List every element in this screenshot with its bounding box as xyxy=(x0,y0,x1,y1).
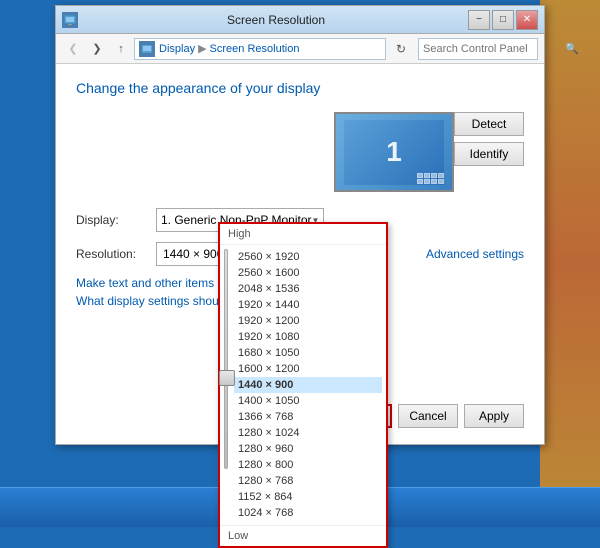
grid-cell xyxy=(424,179,430,184)
address-bar: Display ▶ Screen Resolution xyxy=(134,38,386,60)
resolution-item[interactable]: 1280 × 768 xyxy=(234,473,382,489)
resolution-popup: High 2560 × 19202560 × 16002048 × 153619… xyxy=(218,222,388,548)
identify-button[interactable]: Identify xyxy=(454,142,524,166)
resolution-item[interactable]: 1280 × 1024 xyxy=(234,425,382,441)
monitor-grid xyxy=(417,173,444,184)
monitor-area: 1 Detect xyxy=(76,112,524,192)
advanced-settings-link[interactable]: Advanced settings xyxy=(426,247,524,261)
grid-cell xyxy=(417,173,423,178)
maximize-button[interactable]: □ xyxy=(492,10,514,30)
resolution-list: 2560 × 19202560 × 16002048 × 15361920 × … xyxy=(234,249,382,521)
grid-cell xyxy=(438,179,444,184)
content-area: Change the appearance of your display 1 xyxy=(56,64,544,444)
search-icon: 🔍 xyxy=(565,42,579,55)
search-box: 🔍 xyxy=(418,38,538,60)
grid-cell xyxy=(431,173,437,178)
window-title: Screen Resolution xyxy=(84,13,468,27)
search-input[interactable] xyxy=(423,43,565,55)
apply-button[interactable]: Apply xyxy=(464,404,524,428)
slider-thumb[interactable] xyxy=(219,370,235,386)
resolution-item[interactable]: 1024 × 768 xyxy=(234,505,382,521)
resolution-item[interactable]: 1400 × 1050 xyxy=(234,393,382,409)
address-icon xyxy=(139,41,155,57)
resolution-item[interactable]: 1280 × 960 xyxy=(234,441,382,457)
cancel-button[interactable]: Cancel xyxy=(398,404,458,428)
up-button[interactable]: ↑ xyxy=(110,38,132,60)
slider-track xyxy=(224,249,228,469)
resolution-slider[interactable] xyxy=(224,249,228,521)
resolution-item[interactable]: 2048 × 1536 xyxy=(234,281,382,297)
detect-button[interactable]: Detect xyxy=(454,112,524,136)
navigation-bar: ❮ ❯ ↑ Display ▶ Screen Resolution ↻ 🔍 xyxy=(56,34,544,64)
minimize-button[interactable]: − xyxy=(468,10,490,30)
refresh-button[interactable]: ↻ xyxy=(390,38,412,60)
res-popup-header: High xyxy=(220,224,386,245)
resolution-item[interactable]: 1920 × 1080 xyxy=(234,329,382,345)
breadcrumb-screen-resolution[interactable]: Screen Resolution xyxy=(210,43,300,55)
resolution-label: Resolution: xyxy=(76,247,156,261)
breadcrumb-display[interactable]: Display xyxy=(159,43,195,55)
resolution-item[interactable]: 1152 × 864 xyxy=(234,489,382,505)
display-label: Display: xyxy=(76,213,156,227)
page-title: Change the appearance of your display xyxy=(76,80,524,96)
close-button[interactable]: ✕ xyxy=(516,10,538,30)
grid-cell xyxy=(438,173,444,178)
monitor-image: 1 xyxy=(334,112,454,192)
resolution-item[interactable]: 1366 × 768 xyxy=(234,409,382,425)
monitor-preview: 1 xyxy=(334,112,454,192)
monitor-number: 1 xyxy=(386,136,402,168)
detect-identify-buttons: Detect Identify xyxy=(454,112,524,166)
resolution-item[interactable]: 1280 × 800 xyxy=(234,457,382,473)
title-controls: − □ ✕ xyxy=(468,10,538,30)
resolution-item[interactable]: 2560 × 1920 xyxy=(234,249,382,265)
window-icon xyxy=(62,12,78,28)
resolution-item[interactable]: 1600 × 1200 xyxy=(234,361,382,377)
back-button[interactable]: ❮ xyxy=(62,38,84,60)
resolution-item[interactable]: 1440 × 900 xyxy=(234,377,382,393)
screen-resolution-window: Screen Resolution − □ ✕ ❮ ❯ ↑ Display ▶ … xyxy=(55,5,545,445)
resolution-item[interactable]: 1680 × 1050 xyxy=(234,345,382,361)
monitor-screen: 1 xyxy=(344,120,444,185)
title-bar: Screen Resolution − □ ✕ xyxy=(56,6,544,34)
resolution-item[interactable]: 1920 × 1200 xyxy=(234,313,382,329)
resolution-value: 1440 × 900 xyxy=(163,247,223,261)
grid-cell xyxy=(417,179,423,184)
grid-cell xyxy=(431,179,437,184)
resolution-item[interactable]: 1920 × 1440 xyxy=(234,297,382,313)
grid-cell xyxy=(424,173,430,178)
res-popup-footer: Low xyxy=(220,525,386,546)
resolution-item[interactable]: 2560 × 1600 xyxy=(234,265,382,281)
res-slider-area: 2560 × 19202560 × 16002048 × 15361920 × … xyxy=(220,245,386,525)
forward-button[interactable]: ❯ xyxy=(86,38,108,60)
